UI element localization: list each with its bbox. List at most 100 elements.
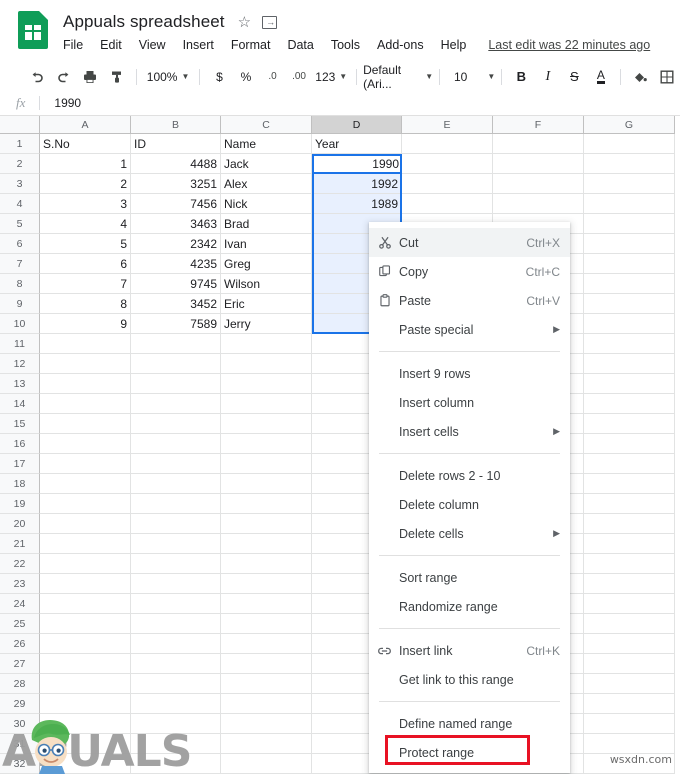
row-header-13[interactable]: 13 <box>0 374 40 394</box>
row-header-18[interactable]: 18 <box>0 474 40 494</box>
cell-C31[interactable] <box>221 734 312 754</box>
cell-C15[interactable] <box>221 414 312 434</box>
cell-B16[interactable] <box>131 434 221 454</box>
row-header-10[interactable]: 10 <box>0 314 40 334</box>
cell-G4[interactable] <box>584 194 675 214</box>
cell-C19[interactable] <box>221 494 312 514</box>
cell-A5[interactable]: 4 <box>40 214 131 234</box>
column-header-B[interactable]: B <box>131 116 221 134</box>
cell-B24[interactable] <box>131 594 221 614</box>
row-header-7[interactable]: 7 <box>0 254 40 274</box>
context-menu-item-randomize-range[interactable]: Randomize range <box>369 592 570 621</box>
cell-G5[interactable] <box>584 214 675 234</box>
cell-C32[interactable] <box>221 754 312 774</box>
cell-A17[interactable] <box>40 454 131 474</box>
move-to-folder-icon[interactable]: → <box>262 15 278 29</box>
cell-G15[interactable] <box>584 414 675 434</box>
column-header-A[interactable]: A <box>40 116 131 134</box>
cell-A15[interactable] <box>40 414 131 434</box>
cell-B30[interactable] <box>131 714 221 734</box>
cell-G31[interactable] <box>584 734 675 754</box>
borders-icon[interactable] <box>656 65 677 89</box>
cell-A10[interactable]: 9 <box>40 314 131 334</box>
cell-A20[interactable] <box>40 514 131 534</box>
row-header-15[interactable]: 15 <box>0 414 40 434</box>
row-header-32[interactable]: 32 <box>0 754 40 774</box>
cell-A23[interactable] <box>40 574 131 594</box>
menu-item-insert[interactable]: Insert <box>183 38 214 52</box>
cell-A27[interactable] <box>40 654 131 674</box>
cell-C13[interactable] <box>221 374 312 394</box>
cell-G11[interactable] <box>584 334 675 354</box>
cell-B9[interactable]: 3452 <box>131 294 221 314</box>
text-color-button[interactable]: A <box>591 65 612 89</box>
context-menu-item-insert-9-rows[interactable]: Insert 9 rows <box>369 359 570 388</box>
row-header-12[interactable]: 12 <box>0 354 40 374</box>
context-menu[interactable]: Cut Ctrl+X Copy Ctrl+C Paste Ctrl+V Paste spec… <box>369 222 570 773</box>
cell-G2[interactable] <box>584 154 675 174</box>
cell-C2[interactable]: Jack <box>221 154 312 174</box>
paint-format-icon[interactable] <box>106 65 127 89</box>
cell-B17[interactable] <box>131 454 221 474</box>
cell-G30[interactable] <box>584 714 675 734</box>
cell-A24[interactable] <box>40 594 131 614</box>
cell-D4[interactable]: 1989 <box>312 194 402 214</box>
menu-item-tools[interactable]: Tools <box>331 38 360 52</box>
cell-G27[interactable] <box>584 654 675 674</box>
decrease-decimal-button[interactable]: .0 <box>262 65 283 89</box>
cell-G28[interactable] <box>584 674 675 694</box>
cell-B6[interactable]: 2342 <box>131 234 221 254</box>
cell-A22[interactable] <box>40 554 131 574</box>
context-menu-item-cut[interactable]: Cut Ctrl+X <box>369 228 570 257</box>
star-icon[interactable]: ☆ <box>238 15 251 30</box>
cell-A12[interactable] <box>40 354 131 374</box>
redo-icon[interactable] <box>53 65 74 89</box>
cell-B28[interactable] <box>131 674 221 694</box>
cell-G9[interactable] <box>584 294 675 314</box>
row-header-8[interactable]: 8 <box>0 274 40 294</box>
cell-B10[interactable]: 7589 <box>131 314 221 334</box>
cell-A29[interactable] <box>40 694 131 714</box>
cell-B12[interactable] <box>131 354 221 374</box>
cell-B27[interactable] <box>131 654 221 674</box>
context-menu-item-get-link-to-this-range[interactable]: Get link to this range <box>369 665 570 694</box>
cell-B25[interactable] <box>131 614 221 634</box>
column-header-E[interactable]: E <box>402 116 493 134</box>
cell-A9[interactable]: 8 <box>40 294 131 314</box>
cell-D3[interactable]: 1992 <box>312 174 402 194</box>
cell-G24[interactable] <box>584 594 675 614</box>
cell-C16[interactable] <box>221 434 312 454</box>
cell-G23[interactable] <box>584 574 675 594</box>
row-header-2[interactable]: 2 <box>0 154 40 174</box>
font-family-selector[interactable]: Default (Ari... ▼ <box>363 63 433 91</box>
cell-C23[interactable] <box>221 574 312 594</box>
context-menu-item-insert-cells[interactable]: Insert cells ▶ <box>369 417 570 446</box>
row-header-20[interactable]: 20 <box>0 514 40 534</box>
cell-C27[interactable] <box>221 654 312 674</box>
cell-B13[interactable] <box>131 374 221 394</box>
cell-G25[interactable] <box>584 614 675 634</box>
menu-item-addons[interactable]: Add-ons <box>377 38 424 52</box>
row-header-11[interactable]: 11 <box>0 334 40 354</box>
cell-G8[interactable] <box>584 274 675 294</box>
cell-C26[interactable] <box>221 634 312 654</box>
row-header-6[interactable]: 6 <box>0 234 40 254</box>
cell-B20[interactable] <box>131 514 221 534</box>
cell-B7[interactable]: 4235 <box>131 254 221 274</box>
row-header-27[interactable]: 27 <box>0 654 40 674</box>
row-header-14[interactable]: 14 <box>0 394 40 414</box>
cell-B26[interactable] <box>131 634 221 654</box>
cell-A7[interactable]: 6 <box>40 254 131 274</box>
cell-A21[interactable] <box>40 534 131 554</box>
context-menu-item-paste-special[interactable]: Paste special ▶ <box>369 315 570 344</box>
cell-B3[interactable]: 3251 <box>131 174 221 194</box>
cell-G7[interactable] <box>584 254 675 274</box>
row-header-19[interactable]: 19 <box>0 494 40 514</box>
menu-item-help[interactable]: Help <box>441 38 467 52</box>
menu-item-view[interactable]: View <box>139 38 166 52</box>
menu-item-format[interactable]: Format <box>231 38 271 52</box>
cell-B4[interactable]: 7456 <box>131 194 221 214</box>
context-menu-item-sort-range[interactable]: Sort range <box>369 563 570 592</box>
cell-A1[interactable]: S.No <box>40 134 131 154</box>
cell-C17[interactable] <box>221 454 312 474</box>
